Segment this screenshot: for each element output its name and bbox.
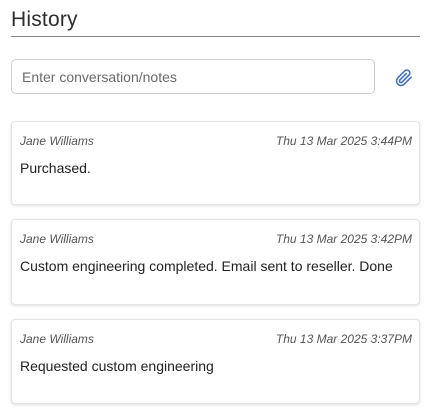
notes-input[interactable]	[11, 59, 375, 94]
entry-text: Custom engineering completed. Email sent…	[20, 258, 393, 274]
entry-timestamp: Thu 13 Mar 2025 3:44PM	[275, 134, 412, 148]
entry-timestamp: Thu 13 Mar 2025 3:37PM	[275, 332, 412, 346]
paperclip-icon[interactable]	[395, 69, 413, 87]
history-entry: Jane Williams Thu 13 Mar 2025 3:44PM Pur…	[11, 121, 420, 205]
entry-timestamp: Thu 13 Mar 2025 3:42PM	[275, 232, 412, 246]
entry-text: Requested custom engineering	[20, 358, 214, 374]
title-divider	[11, 36, 420, 37]
entry-author: Jane Williams	[20, 332, 94, 346]
history-entry: Jane Williams Thu 13 Mar 2025 3:42PM Cus…	[11, 219, 420, 305]
entry-text: Purchased.	[20, 160, 91, 176]
entry-author: Jane Williams	[20, 232, 94, 246]
page-title: History	[11, 8, 78, 31]
entry-author: Jane Williams	[20, 134, 94, 148]
history-entry: Jane Williams Thu 13 Mar 2025 3:37PM Req…	[11, 319, 420, 404]
